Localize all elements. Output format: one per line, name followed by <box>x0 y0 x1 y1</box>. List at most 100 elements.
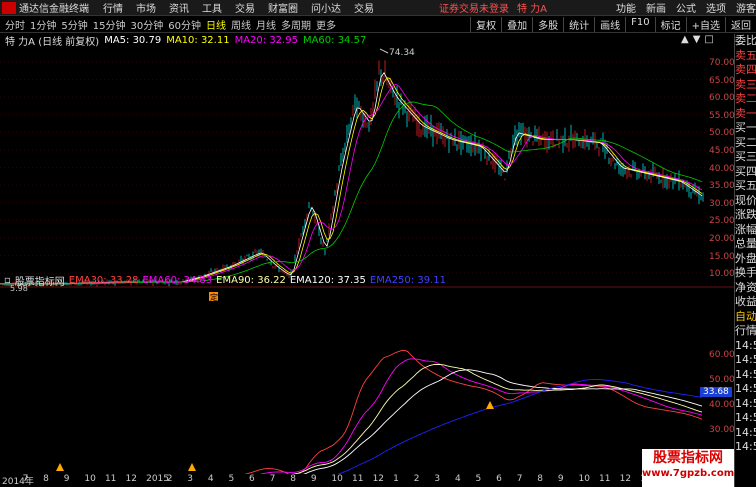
mark-button[interactable]: 标记 <box>654 17 686 32</box>
sidebar-item: 卖一 <box>735 106 756 120</box>
sidebar-item: 卖四 <box>735 63 756 76</box>
sidebar-item: 现价 <box>735 193 756 207</box>
date-tick-label: 12 <box>125 474 137 484</box>
back-button[interactable]: 返回 <box>725 17 756 32</box>
sidebar-item: 14:5 <box>735 425 756 439</box>
indicator-legend: ▫ 股票指标网 EMA30: 33.28 EMA60: 34.83 EMA90:… <box>0 273 446 288</box>
tab-monthly[interactable]: 月线 <box>256 17 276 32</box>
login-notice[interactable]: 证券交易未登录 <box>439 0 509 15</box>
menu-gongju[interactable]: 工具 <box>202 0 222 15</box>
menu-jiaoyi-2[interactable]: 交易 <box>354 0 374 15</box>
tab-more[interactable]: 更多 <box>316 17 336 32</box>
date-tick-label: 7 <box>22 474 29 484</box>
price-tick-label: 45.00 <box>709 146 735 156</box>
tab-fenshi[interactable]: 分时 <box>5 17 25 32</box>
ema120-value: EMA120: 37.35 <box>289 274 366 286</box>
indicator-tick-label: 30.00 <box>709 425 735 435</box>
menu-shichang[interactable]: 市场 <box>136 0 156 15</box>
ma5-value: MA5: 30.79 <box>104 35 162 46</box>
price-tick-label: 15.00 <box>709 251 735 262</box>
ema250-line <box>336 379 703 474</box>
date-tick-label: 2015 <box>146 474 170 484</box>
app-logo-icon <box>2 1 16 14</box>
ema-lines <box>56 349 703 474</box>
buy-signal-icon <box>56 463 64 471</box>
tab-15min[interactable]: 15分钟 <box>93 17 126 32</box>
candlesticks <box>0 60 704 288</box>
sidebar-item: 14:5 <box>735 396 756 410</box>
date-tick-label: 8 <box>43 474 49 484</box>
sidebar-item: 14:5 <box>735 353 756 366</box>
draw-line-button[interactable]: 画线 <box>594 17 625 32</box>
date-tick-label: 5 <box>228 474 235 484</box>
ema60-line <box>259 358 703 474</box>
menu-caifuquan[interactable]: 财富圈 <box>268 0 298 15</box>
tab-daily[interactable]: 日线 <box>206 17 226 32</box>
date-tick-label: 8 <box>290 474 296 484</box>
add-watchlist-button[interactable]: +自选 <box>685 17 725 32</box>
tab-5min[interactable]: 5分钟 <box>61 17 87 32</box>
tab-multi-period[interactable]: 多周期 <box>281 17 311 32</box>
sidebar-item: 买五 <box>735 179 756 192</box>
date-tick-label: 9 <box>310 474 317 484</box>
up-arrow-icon[interactable]: ▲ <box>681 34 689 45</box>
sidebar-item: 买三 <box>735 150 756 163</box>
menu-gongshi[interactable]: 公式 <box>676 0 696 15</box>
top-right-menus: 功能 新画 公式 选项 游客 <box>606 0 756 15</box>
price-tick-label: 20.00 <box>709 234 735 244</box>
window-icon[interactable]: □ <box>704 34 713 45</box>
menu-xinhua[interactable]: 新画 <box>646 0 666 15</box>
date-tick-label: 12 <box>372 474 385 484</box>
price-tick-label: 35.00 <box>709 181 735 192</box>
date-tick-label: 12 <box>619 474 632 484</box>
sidebar-item: 行情 <box>735 324 756 337</box>
date-tick-label: 11 <box>352 474 364 484</box>
tab-1min[interactable]: 1分钟 <box>30 17 56 32</box>
indicator-tick-label: 60.00 <box>709 350 735 360</box>
date-tick-label: 1 <box>393 474 399 484</box>
tab-60min[interactable]: 60分钟 <box>168 17 201 32</box>
buy-signal-icon <box>188 463 196 471</box>
sidebar-item: 买一 <box>735 121 756 134</box>
date-tick-label: 10 <box>578 474 590 484</box>
sidebar-item: 卖五 <box>735 48 756 62</box>
sidebar-item: 买四 <box>735 164 756 178</box>
watermark-line1: 股票指标网 <box>653 450 723 466</box>
f10-button[interactable]: F10 <box>625 17 654 32</box>
date-tick-label: 2 <box>413 474 420 484</box>
date-tick-label: 7 <box>269 474 276 484</box>
menu-gongneng[interactable]: 功能 <box>616 0 636 15</box>
sidebar-item: 收益 <box>735 295 756 308</box>
sidebar-item: 卖三 <box>735 77 756 91</box>
watermark-line2: www.7gpzb.com <box>642 468 735 479</box>
sidebar-item: 买二 <box>735 135 756 149</box>
tab-30min[interactable]: 30分钟 <box>130 17 163 32</box>
ma5-line <box>0 72 703 285</box>
indicator-name[interactable]: 股票指标网 <box>15 273 65 288</box>
ema250-value: EMA250: 39.11 <box>369 274 446 286</box>
stock-name-title: 特 力A <box>517 4 548 15</box>
overlay-button[interactable]: 叠加 <box>501 17 532 32</box>
chart-corner-tools: ▲ ▼ □ <box>677 34 714 45</box>
menu-youke[interactable]: 游客 <box>736 0 756 15</box>
sidebar-item: 14:5 <box>735 382 756 395</box>
down-arrow-icon[interactable]: ▼ <box>693 34 701 45</box>
menu-zixun[interactable]: 资讯 <box>169 0 189 15</box>
menu-xuanxiang[interactable]: 选项 <box>706 0 726 15</box>
indicator-icon: ▫ <box>4 274 11 286</box>
stats-button[interactable]: 统计 <box>563 17 594 32</box>
sidebar-item: 14:5 <box>735 440 756 453</box>
fuquan-button[interactable]: 复权 <box>470 17 501 32</box>
menu-jiaoyi[interactable]: 交易 <box>235 0 255 15</box>
menu-hangqing[interactable]: 行情 <box>103 0 123 15</box>
ma10-value: MA10: 32.11 <box>166 35 230 46</box>
price-tick-label: 40.00 <box>709 163 735 174</box>
multi-stock-button[interactable]: 多股 <box>532 17 563 32</box>
date-tick-label: 8 <box>537 474 544 484</box>
kline-chart[interactable]: 74.34 5.98 定 <box>0 47 734 474</box>
tab-weekly[interactable]: 周线 <box>231 17 251 32</box>
price-tick-label: 25.00 <box>709 216 735 227</box>
ma20-value: MA20: 32.95 <box>234 35 298 46</box>
menu-wenxiaoda[interactable]: 问小达 <box>311 0 341 15</box>
date-tick-label: 7 <box>516 474 523 484</box>
